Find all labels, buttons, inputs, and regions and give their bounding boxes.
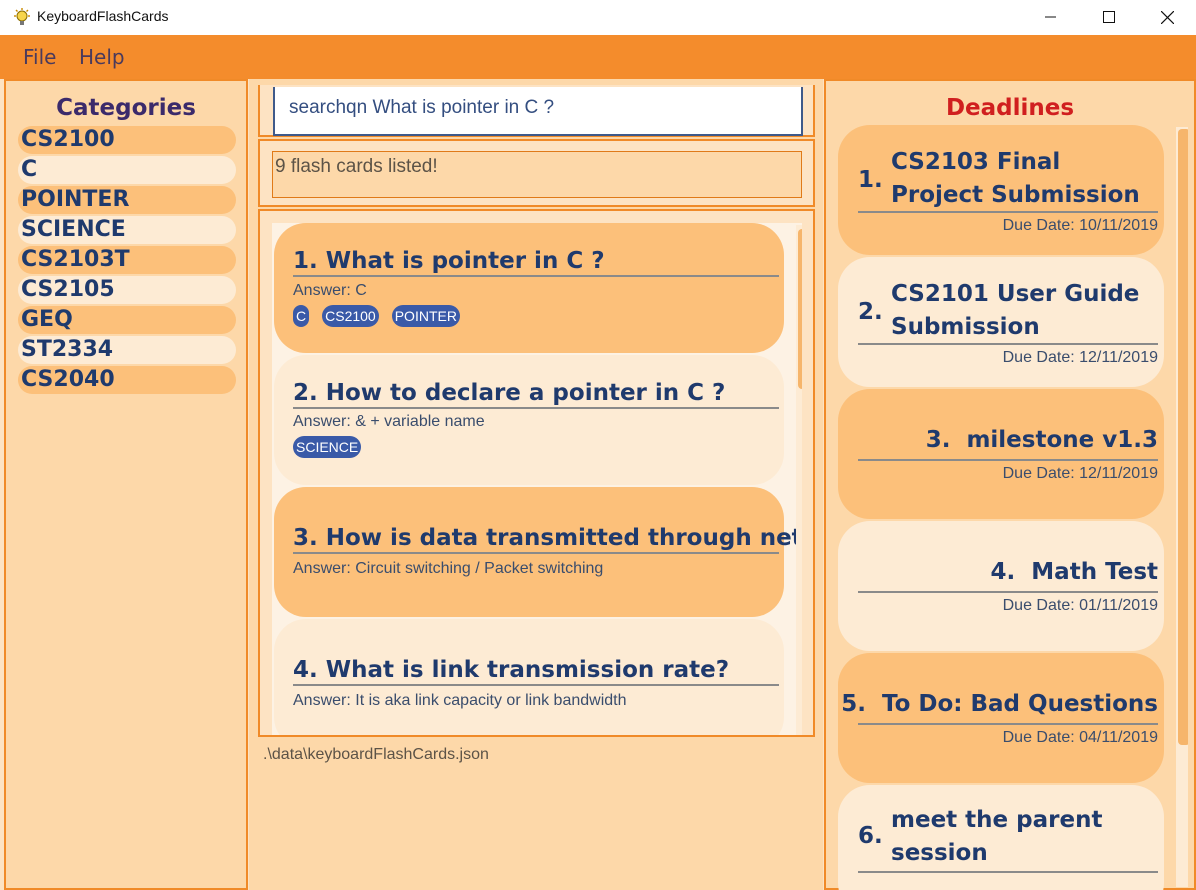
- deadlines-title: Deadlines: [945, 95, 1075, 121]
- command-input-text: searchqn What is pointer in C ?: [289, 97, 555, 118]
- flashcard-list: 1. What is pointer in C ? Answer: C C CS…: [272, 223, 802, 735]
- menu-bar: File Help: [0, 35, 1196, 79]
- deadline-title: 3. milestone v1.3: [926, 427, 1158, 453]
- flashcard[interactable]: 4. What is link transmission rate? Answe…: [274, 619, 784, 735]
- deadline-title: meet the parent session: [891, 807, 1103, 866]
- deadline-due-date: Due Date: 12/11/2019: [1002, 465, 1158, 482]
- deadline-card[interactable]: 2. CS2101 User Guide Submission Due Date…: [838, 257, 1164, 387]
- deadline-title: CS2101 User Guide Submission: [891, 281, 1140, 340]
- category-item[interactable]: CS2105: [18, 276, 236, 304]
- tag-list: SCIENCE: [293, 436, 362, 458]
- category-item[interactable]: GEQ: [18, 306, 236, 334]
- deadline-title-text: milestone v1.3: [966, 427, 1158, 453]
- command-box-container: searchqn What is pointer in C ?: [258, 85, 815, 137]
- flashcard-question: 4. What is link transmission rate?: [293, 657, 779, 686]
- status-bar: .\data\keyboardFlashCards.json: [258, 739, 815, 775]
- app-window: KeyboardFlashCards File Help Categories …: [0, 0, 1196, 890]
- deadline-number: 5.: [841, 691, 866, 717]
- menu-file[interactable]: File: [23, 45, 56, 69]
- result-display-container: 9 flash cards listed!: [258, 139, 815, 207]
- category-item[interactable]: CS2040: [18, 366, 236, 394]
- tag-badge: C: [293, 305, 310, 327]
- category-item[interactable]: C: [18, 156, 236, 184]
- deadline-title: 5. To Do: Bad Questions: [841, 691, 1158, 717]
- close-icon: [1160, 10, 1174, 24]
- category-item[interactable]: ST2334: [18, 336, 236, 364]
- deadline-card[interactable]: 4. Math Test Due Date: 01/11/2019: [838, 521, 1164, 651]
- deadline-title: CS2103 Final Project Submission: [891, 149, 1140, 208]
- deadline-divider: [858, 211, 1158, 213]
- deadline-due-date: Due Date: 01/11/2019: [1002, 597, 1158, 614]
- minimize-button[interactable]: [1022, 0, 1080, 34]
- category-item[interactable]: CS2103T: [18, 246, 236, 274]
- deadline-number: 1.: [858, 167, 883, 193]
- close-button[interactable]: [1138, 0, 1196, 34]
- deadline-number: 4.: [990, 559, 1016, 585]
- flashcard[interactable]: 1. What is pointer in C ? Answer: C C CS…: [274, 223, 784, 353]
- deadline-divider: [858, 871, 1158, 873]
- minimize-icon: [1045, 16, 1056, 18]
- category-item[interactable]: CS2100: [18, 126, 236, 154]
- deadline-due-date: Due Date: 12/11/2019: [1002, 349, 1158, 366]
- deadline-divider: [858, 723, 1158, 725]
- categories-panel: Categories CS2100 C POINTER SCIENCE CS21…: [4, 79, 248, 890]
- flashcard-answer: Answer: C: [293, 282, 367, 299]
- maximize-button[interactable]: [1080, 0, 1138, 34]
- deadline-card[interactable]: 3. milestone v1.3 Due Date: 12/11/2019: [838, 389, 1164, 519]
- flashcard-answer: Answer: & + variable name: [293, 413, 485, 430]
- deadline-number: 3.: [925, 427, 951, 453]
- menu-help[interactable]: Help: [79, 45, 125, 69]
- deadline-number: 6.: [858, 823, 883, 849]
- deadline-card[interactable]: 6. meet the parent session: [838, 785, 1164, 890]
- deadline-title: 4. Math Test: [991, 559, 1158, 585]
- tag-badge: POINTER: [391, 305, 460, 327]
- deadline-card[interactable]: 1. CS2103 Final Project Submission Due D…: [838, 125, 1164, 255]
- flashcard-list-container: 1. What is pointer in C ? Answer: C C CS…: [258, 209, 815, 737]
- deadline-number: 2.: [858, 299, 883, 325]
- flashcard-question: 1. What is pointer in C ?: [293, 248, 779, 277]
- categories-title: Categories: [56, 95, 196, 121]
- category-item[interactable]: POINTER: [18, 186, 236, 214]
- deadline-title-text: To Do: Bad Questions: [881, 691, 1158, 717]
- deadline-scrollbar[interactable]: [1178, 129, 1188, 745]
- flashcard-question: 2. How to declare a pointer in C ?: [293, 380, 779, 409]
- deadline-due-date: Due Date: 10/11/2019: [1002, 217, 1158, 234]
- category-item[interactable]: SCIENCE: [18, 216, 236, 244]
- deadline-due-date: Due Date: 04/11/2019: [1002, 729, 1158, 746]
- flashcard-scrollbar[interactable]: [798, 229, 802, 389]
- maximize-icon: [1103, 11, 1115, 23]
- deadline-title-text: Math Test: [1031, 559, 1158, 585]
- result-text: 9 flash cards listed!: [275, 156, 438, 177]
- flashcard-answer: Answer: Circuit switching / Packet switc…: [293, 560, 604, 577]
- deadlines-panel: Deadlines 1. CS2103 Final Project Submis…: [824, 79, 1196, 890]
- deadline-list: 1. CS2103 Final Project Submission Due D…: [838, 125, 1188, 890]
- result-display: 9 flash cards listed!: [272, 151, 802, 198]
- flashcard-question: 3. How is data transmitted through net?: [293, 525, 802, 554]
- flashcard[interactable]: 2. How to declare a pointer in C ? Answe…: [274, 355, 784, 485]
- lightbulb-icon: [14, 8, 30, 25]
- tag-list: C CS2100 POINTER: [293, 305, 460, 327]
- command-input[interactable]: searchqn What is pointer in C ?: [273, 87, 803, 136]
- deadline-divider: [858, 591, 1158, 593]
- deadline-divider: [858, 343, 1158, 345]
- flashcard[interactable]: 3. How is data transmitted through net? …: [274, 487, 802, 617]
- window-title: KeyboardFlashCards: [37, 8, 169, 24]
- deadline-divider: [858, 459, 1158, 461]
- main-panel: searchqn What is pointer in C ? 9 flash …: [249, 79, 823, 890]
- status-file-path: .\data\keyboardFlashCards.json: [263, 746, 489, 763]
- title-bar: KeyboardFlashCards: [0, 0, 1196, 35]
- tag-badge: SCIENCE: [293, 436, 362, 458]
- tag-badge: CS2100: [322, 305, 379, 327]
- flashcard-answer: Answer: It is aka link capacity or link …: [293, 692, 627, 709]
- deadline-card[interactable]: 5. To Do: Bad Questions Due Date: 04/11/…: [838, 653, 1164, 783]
